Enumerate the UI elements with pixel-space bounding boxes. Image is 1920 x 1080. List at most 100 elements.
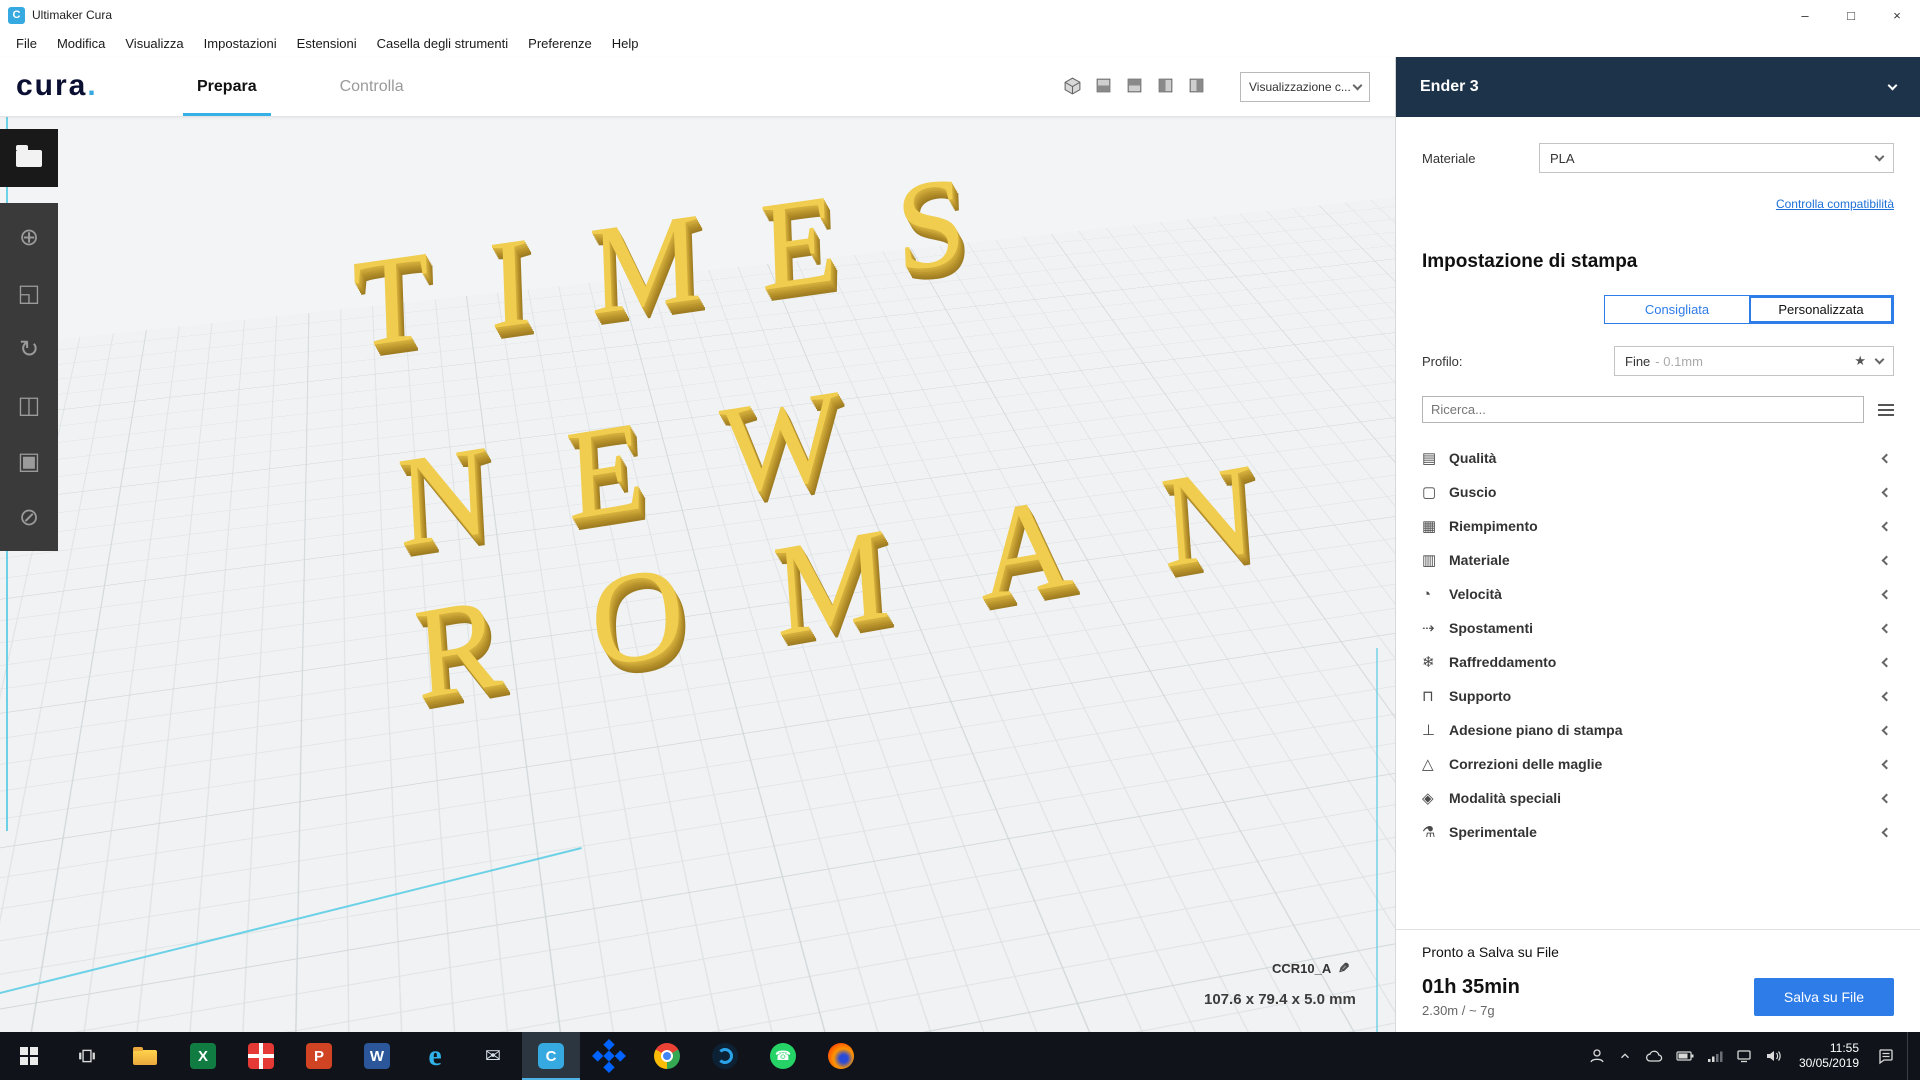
category-icon: ▦ — [1422, 517, 1449, 535]
category-icon: ⇢ — [1422, 619, 1449, 637]
printer-selector[interactable]: Ender 3 — [1396, 57, 1920, 117]
material-usage: 2.30m / ~ 7g — [1422, 1003, 1520, 1018]
open-folder-icon — [16, 150, 42, 167]
settings-category[interactable]: ▤ Qualità — [1422, 441, 1894, 475]
rename-pencil-icon[interactable]: ✎ — [1338, 960, 1350, 977]
taskbar-app-button[interactable] — [638, 1032, 696, 1080]
tool-button[interactable]: ▣ — [0, 433, 58, 489]
object-name-row[interactable]: CCR10_A ✎ — [1272, 960, 1350, 977]
taskbar-app-button[interactable]: X — [174, 1032, 232, 1080]
taskbar-app-button[interactable]: ☎ — [754, 1032, 812, 1080]
compatibility-link[interactable]: Controlla compatibilità — [1776, 197, 1894, 211]
taskbar-app-button[interactable] — [696, 1032, 754, 1080]
profile-detail: - 0.1mm — [1655, 354, 1854, 369]
print-settings-panel: Ender 3 Materiale PLA Controlla compatib… — [1395, 57, 1920, 1032]
save-to-file-button[interactable]: Salva su File — [1754, 978, 1894, 1016]
settings-category[interactable]: ⚗ Sperimentale — [1422, 815, 1894, 849]
menu-item[interactable]: Help — [602, 30, 649, 57]
task-view-button[interactable] — [58, 1032, 116, 1080]
profile-value: Fine — [1625, 354, 1650, 369]
settings-category[interactable]: △ Correzioni delle maglie — [1422, 747, 1894, 781]
tray-time: 11:55 — [1830, 1041, 1859, 1056]
settings-menu-icon[interactable] — [1878, 409, 1894, 411]
menu-item[interactable]: Visualizza — [115, 30, 193, 57]
show-desktop-button[interactable] — [1907, 1032, 1912, 1080]
maximize-button[interactable]: □ — [1828, 0, 1874, 30]
tool-button[interactable]: ◫ — [0, 377, 58, 433]
menu-bar: File Modifica Visualizza Impostazioni Es… — [0, 30, 1920, 57]
taskbar-app-button[interactable]: ✉ — [464, 1032, 522, 1080]
start-button[interactable] — [0, 1032, 58, 1080]
settings-category[interactable]: ◈ Modalità speciali — [1422, 781, 1894, 815]
taskbar-app-button[interactable]: e — [406, 1032, 464, 1080]
settings-category[interactable]: ⊓ Supporto — [1422, 679, 1894, 713]
tool-button[interactable]: ↻ — [0, 321, 58, 377]
tool-button[interactable]: ◱ — [0, 265, 58, 321]
settings-category[interactable]: ▦ Riempimento — [1422, 509, 1894, 543]
view-right-icon[interactable] — [1187, 76, 1206, 95]
view-mode-label: Visualizzazione c... — [1249, 80, 1351, 94]
settings-category[interactable]: ◔ Velocità — [1422, 577, 1894, 611]
tool-button[interactable]: ⊘ — [0, 489, 58, 545]
settings-category[interactable]: ▥ Materiale — [1422, 543, 1894, 577]
stage-tab[interactable]: Controlla — [326, 57, 418, 116]
menu-item[interactable]: File — [6, 30, 47, 57]
menu-item[interactable]: Preferenze — [518, 30, 602, 57]
action-center-icon[interactable] — [1877, 1048, 1894, 1065]
3d-viewport[interactable]: TIMES NEW ROMAN ⊕ ◱ ↻ — [0, 117, 1395, 1032]
onedrive-cloud-icon[interactable] — [1645, 1049, 1663, 1063]
pinned-apps: X P W e ✉ C — [116, 1032, 870, 1080]
setup-mode-button[interactable]: Personalizzata — [1749, 296, 1893, 323]
settings-category[interactable]: ▢ Guscio — [1422, 475, 1894, 509]
settings-category[interactable]: ❄ Raffreddamento — [1422, 645, 1894, 679]
close-button[interactable]: × — [1874, 0, 1920, 30]
print-time: 01h 35min — [1422, 976, 1520, 999]
menu-item[interactable]: Impostazioni — [194, 30, 287, 57]
category-label: Materiale — [1449, 552, 1510, 568]
view-top-icon[interactable] — [1125, 76, 1144, 95]
settings-category[interactable]: ⊥ Adesione piano di stampa — [1422, 713, 1894, 747]
taskbar-app-button[interactable]: C — [522, 1032, 580, 1080]
minimize-button[interactable]: – — [1782, 0, 1828, 30]
star-icon: ★ — [1854, 353, 1866, 369]
material-dropdown[interactable]: PLA — [1539, 143, 1894, 173]
tray-date: 30/05/2019 — [1799, 1056, 1859, 1071]
category-icon: ⊓ — [1422, 687, 1449, 705]
stage-tab[interactable]: Prepara — [183, 57, 271, 116]
model-tool-strip: ⊕ ◱ ↻ ◫ ▣ — [0, 203, 58, 551]
taskbar-app-button[interactable] — [812, 1032, 870, 1080]
settings-category[interactable]: ⇢ Spostamenti — [1422, 611, 1894, 645]
settings-search-input[interactable] — [1422, 396, 1864, 423]
profile-dropdown[interactable]: Fine - 0.1mm ★ — [1614, 346, 1894, 376]
chevron-collapse-icon — [1882, 589, 1892, 599]
category-label: Qualità — [1449, 450, 1496, 466]
category-label: Modalità speciali — [1449, 790, 1561, 806]
volume-icon[interactable] — [1765, 1049, 1781, 1063]
app-icon: e — [422, 1043, 448, 1069]
view-front-icon[interactable] — [1094, 76, 1113, 95]
taskbar-app-button[interactable]: P — [290, 1032, 348, 1080]
menu-item[interactable]: Casella degli strumenti — [367, 30, 519, 57]
cellular-signal-icon[interactable] — [1707, 1050, 1723, 1063]
view-mode-dropdown[interactable]: Visualizzazione c... — [1240, 72, 1370, 102]
app-icon: ☎ — [770, 1043, 796, 1069]
taskbar-app-button[interactable] — [580, 1032, 638, 1080]
network-icon[interactable] — [1736, 1049, 1752, 1063]
taskbar-app-button[interactable] — [116, 1032, 174, 1080]
app-icon — [712, 1043, 738, 1069]
people-icon[interactable] — [1589, 1048, 1605, 1064]
battery-icon[interactable] — [1676, 1050, 1694, 1062]
clock[interactable]: 11:55 30/05/2019 — [1799, 1041, 1859, 1071]
tool-button[interactable]: ⊕ — [0, 209, 58, 265]
setup-mode-button[interactable]: Consigliata — [1605, 296, 1749, 323]
menu-item[interactable]: Estensioni — [287, 30, 367, 57]
hidden-icons-chevron-icon[interactable] — [1618, 1049, 1632, 1063]
view-left-icon[interactable] — [1156, 76, 1175, 95]
chevron-collapse-icon — [1882, 793, 1892, 803]
menu-item[interactable]: Modifica — [47, 30, 115, 57]
taskbar-app-button[interactable] — [232, 1032, 290, 1080]
object-name: CCR10_A — [1272, 961, 1331, 976]
taskbar-app-button[interactable]: W — [348, 1032, 406, 1080]
view-3d-icon[interactable] — [1063, 76, 1082, 95]
open-file-button[interactable] — [0, 129, 58, 187]
